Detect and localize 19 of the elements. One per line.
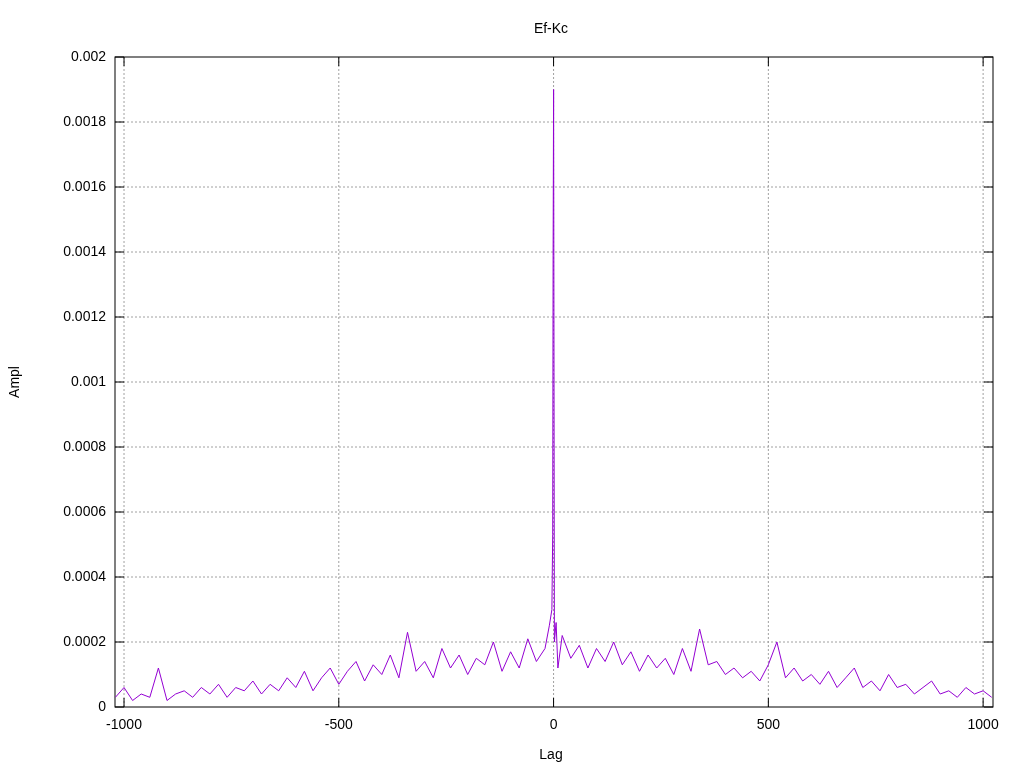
y-tick-label: 0.0018 (63, 113, 106, 129)
y-tick-label: 0 (98, 698, 106, 714)
y-tick-label: 0.0012 (63, 308, 106, 324)
x-tick-label: 1000 (967, 716, 999, 732)
x-tick-label: -500 (324, 716, 353, 732)
y-tick-label: 0.0002 (63, 633, 106, 649)
y-tick-label: 0.0016 (63, 178, 106, 194)
x-tick-label: -1000 (106, 716, 142, 732)
y-tick-label: 0.002 (70, 48, 106, 64)
y-tick-label: 0.0014 (63, 243, 106, 259)
x-axis-label: Lag (539, 746, 563, 762)
x-tick-label: 500 (756, 716, 781, 732)
x-tick-label: 0 (549, 716, 558, 732)
y-tick-label: 0.0006 (63, 503, 106, 519)
y-tick-label: 0.0004 (63, 568, 106, 584)
y-tick-label: 0.001 (70, 373, 106, 389)
y-axis-label: Ampl (6, 366, 22, 398)
chart-title: Ef-Kc (533, 20, 569, 36)
y-tick-label: 0.0008 (63, 438, 106, 454)
